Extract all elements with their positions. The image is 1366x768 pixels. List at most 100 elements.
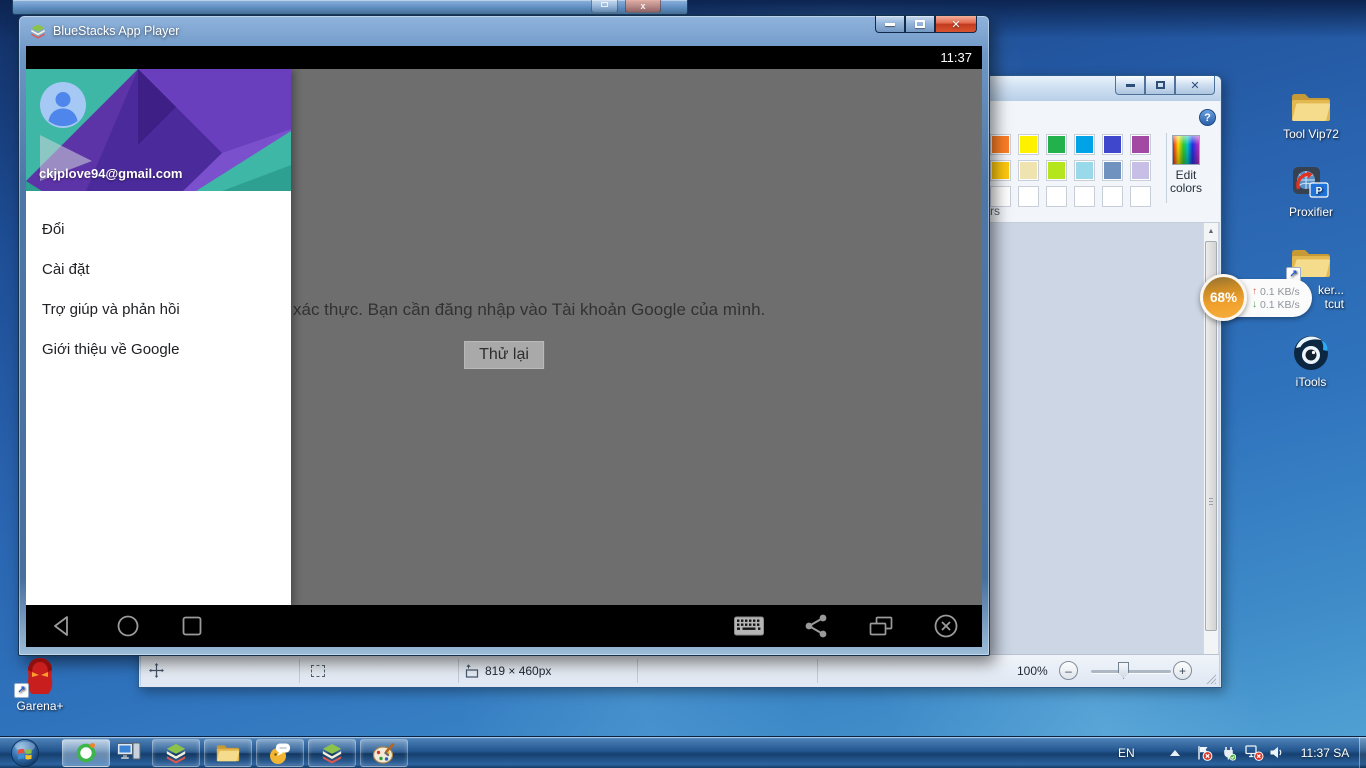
360-security-icon <box>76 743 96 763</box>
drawer-header: ckjplove94@gmail.com <box>26 69 291 191</box>
show-desktop-button[interactable] <box>1359 737 1366 768</box>
android-clock: 11:37 <box>940 50 972 65</box>
taskbar-bluestacks2-button[interactable] <box>308 739 356 767</box>
background-window-titlebar-sliver[interactable]: x <box>12 0 688 15</box>
account-email: ckjplove94@gmail.com <box>39 166 183 181</box>
paint-minimize-button[interactable] <box>1115 76 1145 95</box>
edit-colors-button[interactable]: Edit colors <box>1144 135 1228 195</box>
drawer-item-doi[interactable]: Đổi <box>26 209 291 249</box>
color-swatch[interactable] <box>990 160 1011 181</box>
minimize-icon <box>885 22 895 26</box>
safely-remove-hardware-icon[interactable] <box>1221 745 1236 761</box>
home-button[interactable] <box>116 614 140 638</box>
scroll-up-arrow[interactable]: ▲ <box>1204 223 1218 239</box>
bluestacks-minimize-button[interactable] <box>875 16 905 33</box>
tray-expand-arrow[interactable] <box>1170 750 1180 756</box>
selection-size-icon <box>311 665 325 677</box>
zoom-out-button[interactable]: – <box>1059 661 1078 680</box>
upload-arrow-icon: ↑ <box>1252 286 1257 297</box>
help-icon[interactable]: ? <box>1199 109 1216 126</box>
color-swatch[interactable] <box>1074 160 1095 181</box>
desktop-icon-tool-vip72[interactable]: Tool Vip72 <box>1272 90 1350 141</box>
taskbar-paint-button[interactable] <box>360 739 408 767</box>
zoom-in-button[interactable]: + <box>1173 661 1192 680</box>
icon-label: Tool Vip72 <box>1283 127 1339 141</box>
paint-icon <box>372 743 395 764</box>
close-app-button[interactable] <box>933 613 959 639</box>
memory-usage-ball[interactable]: 68% <box>1200 274 1247 321</box>
empty-color-swatch[interactable] <box>1102 186 1123 207</box>
resize-grip[interactable] <box>1205 673 1216 684</box>
bluestacks-maximize-button[interactable] <box>905 16 935 33</box>
zoom-slider-thumb[interactable] <box>1118 662 1129 679</box>
taskbar-bluestacks-button[interactable] <box>152 739 200 767</box>
scrollbar-grip <box>1209 498 1213 506</box>
color-swatch[interactable] <box>1018 134 1039 155</box>
bluestacks-titlebar[interactable]: BlueStacks App Player ✕ <box>19 16 989 46</box>
taskbar-360security-button[interactable] <box>62 739 110 767</box>
color-swatch[interactable] <box>1046 134 1067 155</box>
edit-colors-icon <box>1172 135 1200 165</box>
taskbar-garena-messenger-button[interactable] <box>256 739 304 767</box>
maximize-icon <box>601 2 608 7</box>
desktop-icon-garena[interactable]: ↗ Garena+ <box>8 656 72 713</box>
share-button[interactable] <box>804 613 828 639</box>
background-window-maximize-button[interactable] <box>591 0 618 13</box>
taskbar: EN 11:37 SA <box>0 736 1366 768</box>
action-center-flag-icon[interactable] <box>1196 745 1213 761</box>
canvas-size-value: 819 × 460px <box>485 664 552 678</box>
color-swatch[interactable] <box>1074 134 1095 155</box>
desktop-icon-itools[interactable]: iTools <box>1272 334 1350 389</box>
recents-button[interactable] <box>181 615 203 637</box>
volume-icon[interactable] <box>1269 745 1284 760</box>
avatar[interactable] <box>40 82 86 128</box>
paint-maximize-button[interactable] <box>1145 76 1175 95</box>
empty-color-swatch[interactable] <box>1074 186 1095 207</box>
network-disconnected-icon[interactable] <box>1245 745 1264 761</box>
color-swatch[interactable] <box>1046 160 1067 181</box>
clock[interactable]: 11:37 SA <box>1294 746 1356 760</box>
bluestacks-close-button[interactable]: ✕ <box>935 16 977 33</box>
background-window-close-button[interactable]: x <box>625 0 661 13</box>
zoom-level-value: 100% <box>1017 664 1048 678</box>
retry-button[interactable]: Thử lại <box>464 341 544 369</box>
close-icon: ✕ <box>1190 79 1200 92</box>
color-swatch[interactable] <box>1018 160 1039 181</box>
bluestacks-icon <box>322 743 342 764</box>
drawer-item-settings[interactable]: Cài đặt <box>26 249 291 289</box>
edit-colors-label: Edit colors <box>1169 168 1202 195</box>
desktop-icon-proxifier[interactable]: P Proxifier <box>1272 166 1350 219</box>
close-icon: ✕ <box>951 18 961 31</box>
color-swatch[interactable] <box>990 134 1011 155</box>
drawer-item-help-feedback[interactable]: Trợ giúp và phản hồi <box>26 289 291 329</box>
navigation-drawer: ckjplove94@gmail.com Đổi Cài đặt Trợ giú… <box>26 69 291 607</box>
zoom-slider-track[interactable] <box>1091 670 1171 673</box>
itools-icon <box>1294 336 1328 370</box>
keyboard-button[interactable] <box>734 616 764 636</box>
memory-percent: 68% <box>1209 290 1238 305</box>
taskbar-computer-icon[interactable] <box>116 741 142 763</box>
color-swatch[interactable] <box>1102 160 1123 181</box>
minimize-icon <box>1125 83 1135 87</box>
color-swatch[interactable] <box>1102 134 1123 155</box>
drawer-item-about-google[interactable]: Giới thiệu về Google <box>26 329 291 369</box>
close-icon: x <box>640 1 646 11</box>
back-button[interactable] <box>50 614 72 638</box>
windowed-mode-button[interactable] <box>868 614 894 638</box>
window-title: BlueStacks App Player <box>53 24 180 38</box>
taskbar-explorer-button[interactable] <box>204 739 252 767</box>
paint-close-button[interactable]: ✕ <box>1175 76 1215 95</box>
icon-label: Garena+ <box>16 699 64 713</box>
empty-color-swatch[interactable] <box>1018 186 1039 207</box>
bluestacks-window: BlueStacks App Player ✕ 11:37 xác thực. … <box>18 15 990 656</box>
maximize-icon <box>915 20 925 28</box>
upload-speed: 0.1 KB/s <box>1260 285 1300 298</box>
download-arrow-icon: ↓ <box>1252 299 1257 310</box>
language-indicator[interactable]: EN <box>1118 746 1135 760</box>
empty-color-swatch[interactable] <box>1046 186 1067 207</box>
start-button[interactable] <box>10 738 40 768</box>
android-screen: 11:37 xác thực. Bạn cần đăng nhập vào Tà… <box>26 46 982 647</box>
folder-icon <box>216 745 240 762</box>
paint-status-bar: 819 × 460px 100% – + <box>141 654 1219 687</box>
android-status-bar: 11:37 <box>26 46 982 69</box>
